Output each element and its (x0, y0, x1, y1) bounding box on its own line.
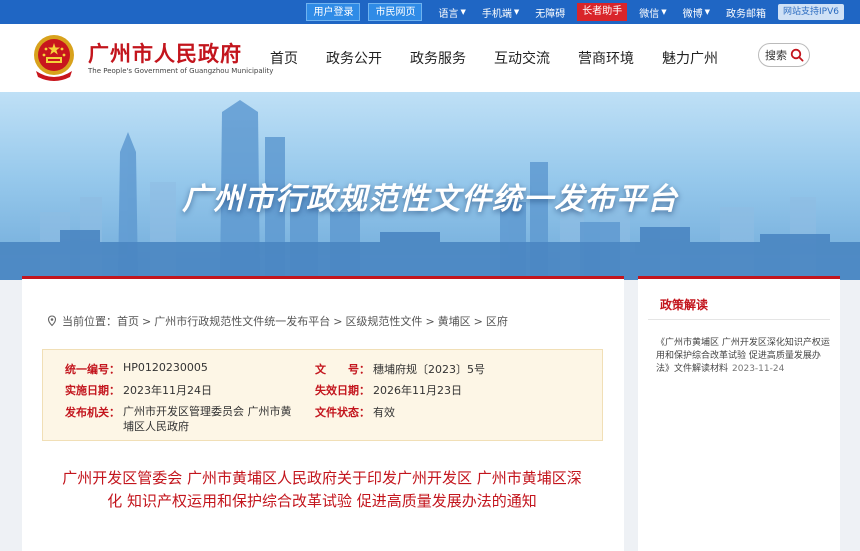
site-name[interactable]: 广州市人民政府 (88, 38, 242, 68)
national-emblem-icon (34, 35, 74, 81)
breadcrumb-platform[interactable]: 广州市行政规范性文件统一发布平台 (154, 313, 330, 329)
unified-no-label: 统一编号： (65, 363, 120, 376)
doc-no-value: 穗埔府规〔2023〕5号 (373, 363, 485, 376)
accessibility-link[interactable]: 无障碍 (527, 5, 573, 20)
wechat-label: 微信 (639, 8, 660, 20)
nav-gov-affairs-open[interactable]: 政务公开 (326, 48, 382, 68)
breadcrumb-separator: > (473, 314, 483, 328)
search-icon[interactable] (790, 48, 804, 62)
user-login-button[interactable]: 用户登录 (306, 3, 361, 21)
location-pin-icon (47, 315, 57, 327)
expire-date-label: 失效日期： (315, 384, 370, 397)
banner: 广州市行政规范性文件统一发布平台 (0, 92, 860, 280)
wechat-menu[interactable]: 微信 ▼ (631, 5, 674, 20)
sidebar-item[interactable]: 《广州市黄埔区 广州开发区深化知识产权运用和保护综合改革试验 促进高质量发展办法… (656, 337, 832, 376)
site-name-english: The People's Government of Guangzhou Mun… (88, 67, 274, 75)
document-title: 广州开发区管委会 广州市黄埔区人民政府关于印发广州开发区 广州市黄埔区深化 知识… (62, 469, 582, 510)
site-header: 广州市人民政府 The People's Government of Guang… (0, 24, 860, 92)
banner-title: 广州市行政规范性文件统一发布平台 (182, 182, 678, 217)
status-value: 有效 (373, 406, 395, 419)
breadcrumb: 当前位置： 首页 > 广州市行政规范性文件统一发布平台 > 区级规范性文件 > … (46, 313, 508, 329)
breadcrumb-prefix: 当前位置： (62, 315, 117, 328)
chevron-down-icon: ▼ (704, 8, 711, 16)
nav-business-environment[interactable]: 营商环境 (578, 48, 634, 68)
search-label: 搜索 (765, 49, 787, 62)
main-panel: 当前位置： 首页 > 广州市行政规范性文件统一发布平台 > 区级规范性文件 > … (22, 276, 624, 551)
language-label: 语言 (438, 8, 459, 20)
citizen-page-button[interactable]: 市民网页 (368, 3, 423, 21)
issuer-value: 广州市开发区管理委员会 广州市黄埔区人民政府 (123, 405, 292, 433)
mobile-label: 手机端 (481, 8, 512, 20)
elder-assistant-button[interactable]: 长者助手 (577, 3, 628, 21)
weibo-label: 微博 (682, 8, 703, 20)
impl-date-label: 实施日期： (65, 384, 120, 397)
status-label: 文件状态： (315, 406, 370, 419)
top-bar: 用户登录 市民网页 语言 ▼ 手机端 ▼ 无障碍 长者助手 微信 ▼ 微博 ▼ 政务邮箱… (0, 0, 860, 24)
search-box[interactable]: 搜索 (758, 43, 810, 67)
main-nav: 首页 政务公开 政务服务 互动交流 营商环境 魅力广州 (270, 24, 746, 92)
issuer-label: 发布机关： (65, 406, 120, 419)
weibo-menu[interactable]: 微博 ▼ (675, 5, 718, 20)
sidebar-title: 政策解读 (660, 298, 709, 312)
nav-charming-guangzhou[interactable]: 魅力广州 (662, 48, 718, 68)
divider (648, 319, 830, 320)
nav-interaction[interactable]: 互动交流 (494, 48, 550, 68)
impl-date-value: 2023年11月24日 (123, 384, 212, 397)
chevron-down-icon: ▼ (661, 8, 667, 16)
gov-mailbox-link[interactable]: 政务邮箱 (718, 5, 774, 20)
doc-no-label: 文 号： (315, 363, 370, 376)
mobile-menu[interactable]: 手机端 ▼ (474, 5, 527, 20)
breadcrumb-district-docs[interactable]: 区级规范性文件 (345, 313, 422, 329)
chevron-down-icon: ▼ (460, 8, 466, 16)
document-meta-box: 统一编号： HP0120230005 文 号： 穗埔府规〔2023〕5号 实施日… (42, 349, 603, 441)
breadcrumb-huangpu[interactable]: 黄埔区 (438, 313, 471, 329)
breadcrumb-separator: > (333, 314, 343, 328)
breadcrumb-separator: > (425, 314, 435, 328)
language-menu[interactable]: 语言 ▼ (430, 5, 473, 20)
breadcrumb-home[interactable]: 首页 (117, 313, 139, 329)
nav-home[interactable]: 首页 (270, 48, 298, 68)
nav-gov-services[interactable]: 政务服务 (410, 48, 466, 68)
ipv6-badge: 网站支持IPV6 (778, 4, 844, 20)
expire-date-value: 2026年11月23日 (373, 384, 462, 397)
sidebar-item-date: 2023-11-24 (732, 364, 785, 374)
top-bar-items: 用户登录 市民网页 语言 ▼ 手机端 ▼ 无障碍 长者助手 微信 ▼ 微博 ▼ 政务邮箱… (306, 0, 844, 24)
breadcrumb-district-gov[interactable]: 区府 (486, 313, 508, 329)
policy-interpretation-panel: 政策解读 《广州市黄埔区 广州开发区深化知识产权运用和保护综合改革试验 促进高质… (638, 276, 840, 551)
breadcrumb-separator: > (142, 314, 152, 328)
chevron-down-icon: ▼ (513, 8, 520, 16)
unified-no-value: HP0120230005 (123, 361, 208, 374)
